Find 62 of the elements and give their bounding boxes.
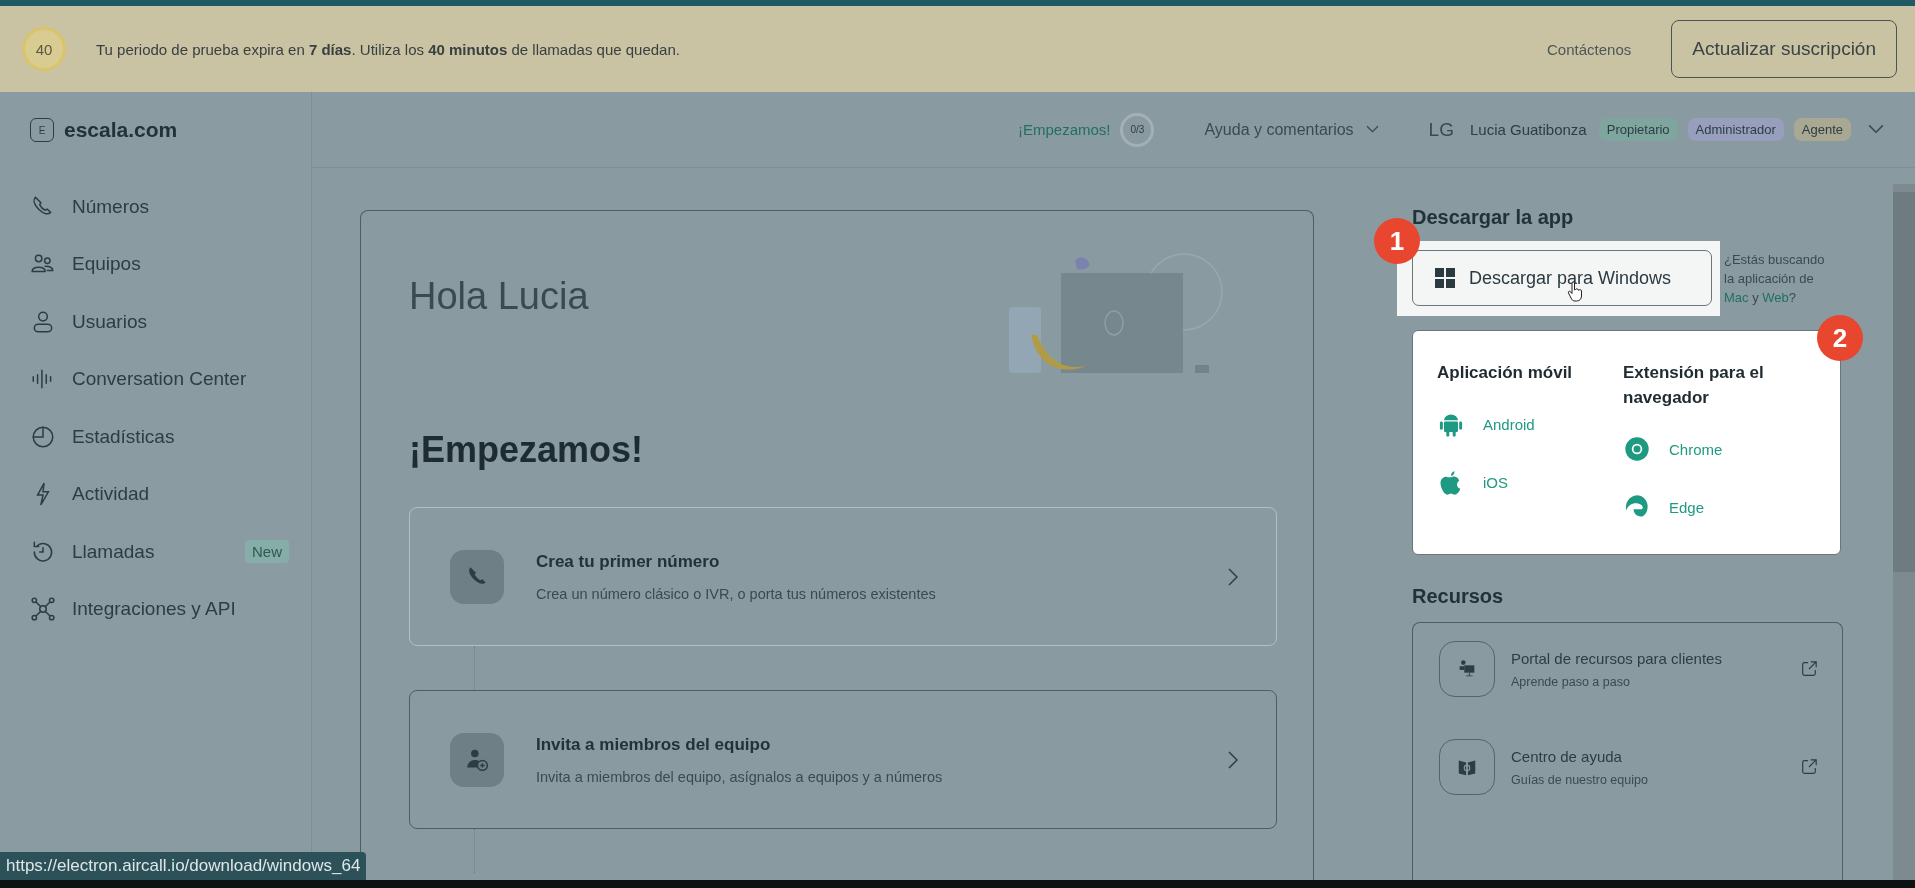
logo-icon: E: [30, 118, 54, 142]
app-group-title: Extensión para el navegador: [1623, 362, 1765, 409]
role-tag: Administrador: [1687, 118, 1784, 141]
add-user-icon: [450, 732, 504, 787]
scrollbar[interactable]: [1893, 184, 1915, 880]
section-title: ¡Empezamos!: [409, 429, 645, 471]
book-icon: [1439, 739, 1495, 795]
app-link[interactable]: Edge: [1669, 498, 1705, 516]
nav-item[interactable]: Usuarios: [0, 293, 311, 351]
help-menu[interactable]: Ayuda y comentarios: [1204, 120, 1379, 139]
resource-title[interactable]: Portal de recursos para clientes: [1511, 649, 1784, 667]
nav-item[interactable]: Llamadas New: [0, 523, 311, 581]
windows-icon: [1435, 268, 1455, 288]
step-marker: 2: [1817, 315, 1863, 361]
presenter-icon: [1439, 641, 1495, 697]
chevron-right-icon: [1228, 750, 1238, 769]
resources-title: Recursos: [1412, 585, 1505, 608]
minutes-counter: 40: [22, 27, 66, 71]
resource-subtitle: Aprende paso a paso: [1511, 674, 1631, 689]
task-description: Invita a miembros del equipo, asígnalos a equipos y a números: [536, 768, 944, 785]
role-tag: Propietario: [1598, 118, 1678, 141]
nav-item[interactable]: Equipos: [0, 235, 311, 293]
chevron-down-icon: [1365, 125, 1379, 134]
trial-message: Tu periodo de prueba expira en 7 días. Utiliza los 40 minutos de llamadas que quedan.: [96, 40, 680, 58]
chevron-right-icon: [1228, 567, 1238, 586]
network-icon: [30, 596, 56, 623]
task-title: Crea tu primer número: [536, 551, 721, 572]
onboarding-link[interactable]: ¡Empezamos!: [1017, 121, 1111, 138]
resource-title[interactable]: Centro de ayuda: [1511, 747, 1784, 765]
nav-item[interactable]: Estadísticas: [0, 408, 311, 466]
nav-item[interactable]: Actividad: [0, 465, 311, 523]
app-link[interactable]: iOS: [1483, 474, 1508, 492]
task-title: Invita a miembros del equipo: [536, 734, 772, 755]
windows-download-button[interactable]: Descargar para Windows: [1412, 250, 1712, 306]
user-initials: LG: [1428, 118, 1454, 141]
app-link[interactable]: Android: [1483, 416, 1535, 434]
web-link[interactable]: Web: [1762, 289, 1789, 305]
contact-link[interactable]: Contáctenos: [1547, 40, 1632, 58]
chevron-down-icon[interactable]: [1867, 124, 1885, 135]
mac-link[interactable]: Mac: [1724, 289, 1749, 305]
phone-icon: [450, 549, 504, 604]
resource-subtitle: Guías de nuestro equipo: [1511, 772, 1649, 787]
new-tag: New: [245, 540, 289, 564]
logo-name: escala.com: [64, 118, 178, 142]
role-tag: Agente: [1793, 118, 1851, 141]
task-card[interactable]: Crea tu primer número Crea un número clásico o IVR, o porta tus números existentes: [409, 507, 1277, 646]
app-group-title: Aplicación móvil: [1437, 362, 1574, 384]
task-card[interactable]: Invita a miembros del equipo Invita a miembros del equipo, asígnalos a equipos y a números: [409, 690, 1277, 829]
nav-item[interactable]: Integraciones y API: [0, 580, 311, 638]
external-link-icon[interactable]: [1800, 660, 1818, 678]
greeting: Hola Lucia: [409, 275, 589, 318]
nav-item[interactable]: Conversation Center: [0, 350, 311, 408]
progress-ring: 0/3: [1120, 112, 1155, 147]
nav-item[interactable]: Números: [0, 178, 311, 236]
other-apps-note: ¿Estás buscando la aplicación de Mac y Web?: [1724, 251, 1826, 307]
status-url: https://electron.aircall.io/download/windows_64: [0, 852, 367, 880]
task-description: Crea un número clásico o IVR, o porta tus números existentes: [536, 585, 937, 602]
external-link-icon[interactable]: [1800, 758, 1818, 776]
chrome-icon: [1623, 435, 1651, 464]
upgrade-button[interactable]: Actualizar suscripción: [1671, 20, 1897, 78]
user-name: Lucia Guatibonza: [1469, 121, 1587, 138]
app-link[interactable]: Chrome: [1669, 440, 1723, 458]
